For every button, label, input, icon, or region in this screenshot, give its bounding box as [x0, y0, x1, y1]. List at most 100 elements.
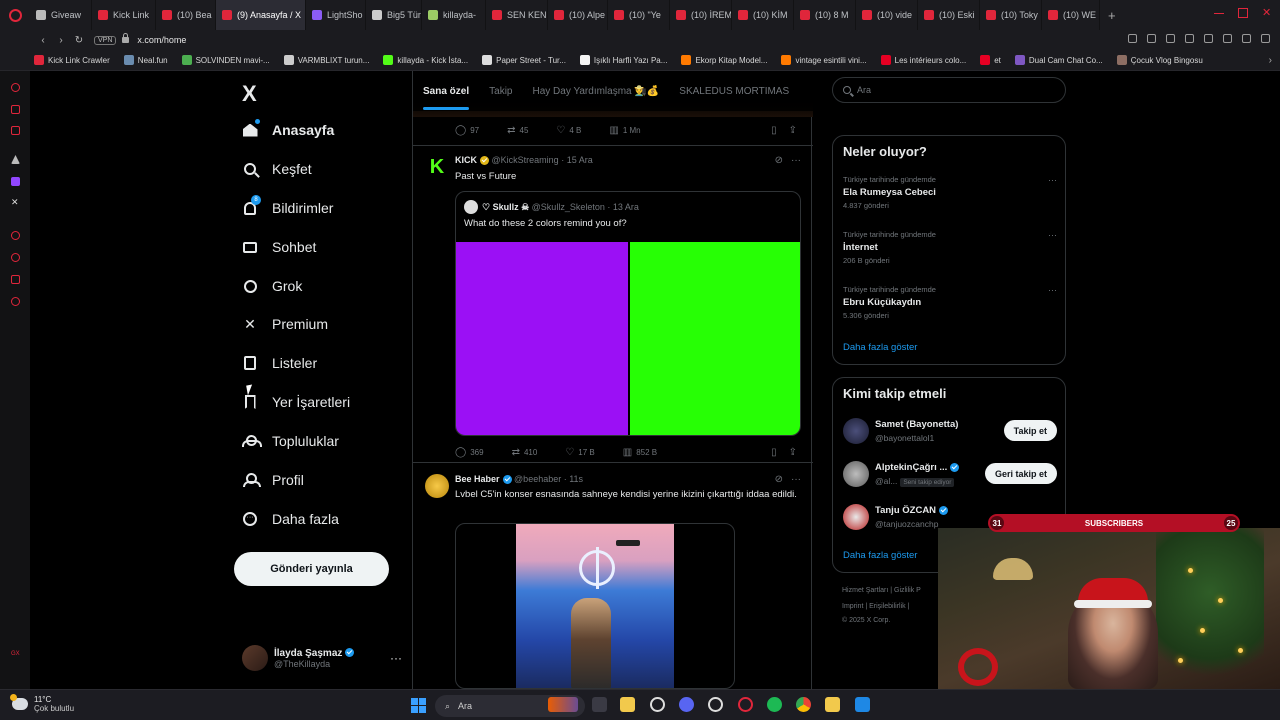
account-switcher[interactable]: İlayda Şaşmaz @TheKillayda ··· — [242, 643, 402, 673]
tweet-bee-haber[interactable]: Bee Haber @beehaber · 11s ⊘ ··· Lvbel C5… — [413, 462, 813, 689]
bookmark-item[interactable]: killayda - Kick İsta... — [383, 55, 468, 65]
search-input[interactable]: Ara — [832, 77, 1066, 103]
browser-tab[interactable]: (10) Eski — [918, 0, 980, 30]
player-icon[interactable] — [1185, 34, 1194, 43]
trend-item[interactable]: Türkiye tarihinde gündemde Ela Rumeysa C… — [843, 175, 1057, 210]
footer-links[interactable]: Hizmet Şartları | Gizlilik P — [842, 587, 921, 594]
like-button[interactable]: ♡ 4 B — [556, 125, 581, 136]
tweet-date[interactable]: 15 Ara — [567, 155, 593, 165]
account-more-icon[interactable]: ··· — [390, 651, 402, 665]
nav-chat[interactable]: Sohbet — [242, 235, 316, 259]
browser-tab[interactable]: killayda- — [422, 0, 486, 30]
quote-tweet[interactable]: ♡ Skullz ☠ @Skullz_Skeleton · 13 Ara Wha… — [455, 191, 801, 436]
minimize-icon[interactable] — [1214, 8, 1224, 14]
bookmark-item[interactable]: SOLVINDEN mavi-... — [181, 55, 270, 65]
new-tab-button[interactable]: + — [1100, 8, 1124, 23]
tab-for-you[interactable]: Sana özel — [413, 86, 479, 110]
author-name[interactable]: KICK — [455, 155, 477, 165]
menu-icon[interactable] — [1261, 34, 1270, 43]
settings-gear-icon[interactable] — [650, 697, 665, 712]
tweet-more-icon[interactable]: ··· — [791, 474, 801, 485]
purple-color-image[interactable] — [456, 242, 628, 435]
browser-tab[interactable]: (9) Anasayfa / X✕ — [216, 0, 306, 30]
post-button[interactable]: Gönderi yayınla — [234, 552, 389, 586]
browser-tab[interactable]: (10) 8 M — [794, 0, 856, 30]
trend-item[interactable]: Türkiye tarihinde gündemde İnternet 206 … — [843, 230, 1057, 265]
reply-button[interactable]: ◯ 97 — [455, 125, 479, 136]
instagram-icon[interactable] — [11, 126, 20, 135]
bookmarks-overflow-icon[interactable]: › — [1269, 55, 1272, 66]
tab-hay-day[interactable]: Hay Day Yardımlaşma 👨‍🌾💰 — [523, 86, 670, 97]
weather-widget[interactable]: 11°C Çok bulutlu — [10, 694, 74, 713]
bookmark-item[interactable]: Kick Link Crawler — [34, 55, 110, 65]
bookmark-item[interactable]: Dual Cam Chat Co... — [1014, 55, 1103, 65]
heart-icon[interactable] — [1204, 34, 1213, 43]
footer-links[interactable]: Imprint | Erişilebilirlik | — [842, 603, 909, 610]
author-handle[interactable]: @beehaber — [514, 474, 561, 484]
opera-logo-icon[interactable] — [0, 0, 30, 30]
bookmark-item[interactable]: Ekorp Kitap Model... — [681, 55, 767, 65]
maximize-icon[interactable] — [1238, 8, 1248, 18]
bookmark-item[interactable]: Neal.fun — [123, 55, 168, 65]
nav-communities[interactable]: Topluluklar — [242, 429, 339, 453]
trends-show-more-link[interactable]: Daha fazla göster — [843, 342, 917, 353]
browser-tab[interactable]: SEN KEN — [486, 0, 548, 30]
opera-gx-icon[interactable] — [738, 697, 753, 712]
forward-icon[interactable]: › — [52, 35, 70, 46]
clock-icon[interactable] — [11, 253, 20, 262]
nav-grok[interactable]: Grok — [242, 274, 302, 298]
vpn-badge[interactable]: VPN — [94, 35, 117, 45]
ai-icon[interactable] — [11, 155, 20, 164]
browser-tab[interactable]: (10) Alpe — [548, 0, 608, 30]
nav-premium[interactable]: ✕ Premium — [242, 312, 328, 336]
sticky-notes-icon[interactable] — [825, 697, 840, 712]
trend-item[interactable]: Türkiye tarihinde gündemde Ebru Küçükayd… — [843, 285, 1057, 320]
aria-icon[interactable] — [11, 83, 20, 92]
browser-tab[interactable]: Kick Link — [92, 0, 156, 30]
nav-bookmarks[interactable]: Yer İşaretleri — [242, 390, 350, 414]
task-view-icon[interactable] — [592, 697, 607, 712]
grok-icon[interactable]: ⊘ — [775, 474, 783, 485]
follow-suggestion[interactable]: Samet (Bayonetta) @bayonettalol1 Takip e… — [843, 418, 1057, 448]
nav-explore[interactable]: Keşfet — [242, 157, 312, 181]
tab-following[interactable]: Takip — [479, 86, 522, 97]
download-icon[interactable] — [1242, 34, 1251, 43]
follow-button[interactable]: Takip et — [1003, 420, 1057, 441]
browser-tab[interactable]: (10) İREM — [670, 0, 732, 30]
extensions-icon[interactable] — [1223, 34, 1232, 43]
like-button[interactable]: ♡ 17 B — [565, 447, 594, 458]
repost-button[interactable]: ⇄ 45 — [507, 125, 528, 136]
back-icon[interactable]: ‹ — [34, 35, 52, 46]
author-handle[interactable]: @KickStreaming — [492, 155, 559, 165]
bookmark-item[interactable]: vintage esintili vini... — [781, 55, 867, 65]
url-field[interactable]: x.com/home — [137, 35, 186, 45]
follow-back-button[interactable]: Geri takip et — [984, 463, 1057, 484]
author-name[interactable]: Bee Haber — [455, 474, 500, 484]
follow-show-more-link[interactable]: Daha fazla göster — [843, 550, 917, 561]
gx-icon[interactable]: GX — [11, 651, 20, 660]
bookmark-item[interactable]: Les intérieurs colo... — [880, 55, 966, 65]
spotify-icon[interactable] — [767, 697, 782, 712]
trend-more-icon[interactable]: ··· — [1048, 175, 1057, 185]
twitch-icon[interactable] — [11, 177, 20, 186]
green-color-image[interactable] — [630, 242, 800, 435]
reply-button[interactable]: ◯ 369 — [455, 447, 484, 458]
search-highlight-icon[interactable] — [548, 697, 578, 712]
file-explorer-icon[interactable] — [620, 697, 635, 712]
browser-tab[interactable]: (10) vide — [856, 0, 918, 30]
messenger-icon[interactable] — [11, 105, 20, 114]
share-icon[interactable]: ⇪ — [789, 447, 797, 458]
bookmark-icon[interactable]: ▯ — [771, 125, 777, 136]
tweet-media[interactable] — [455, 523, 735, 689]
x-logo-icon[interactable]: X — [242, 81, 257, 107]
nav-profile[interactable]: Profil — [242, 468, 304, 492]
reload-icon[interactable]: ↻ — [70, 35, 88, 46]
windows-start-icon[interactable] — [411, 698, 426, 713]
browser-tab[interactable]: (10) WE — [1042, 0, 1100, 30]
browser-tab[interactable]: LightSho — [306, 0, 366, 30]
shield-icon[interactable] — [1166, 34, 1175, 43]
grok-icon[interactable]: ⊘ — [775, 155, 783, 166]
nav-lists[interactable]: Listeler — [242, 351, 317, 375]
bookmark-item[interactable]: et — [980, 55, 1001, 65]
browser-tab[interactable]: (10) "Ye — [608, 0, 670, 30]
